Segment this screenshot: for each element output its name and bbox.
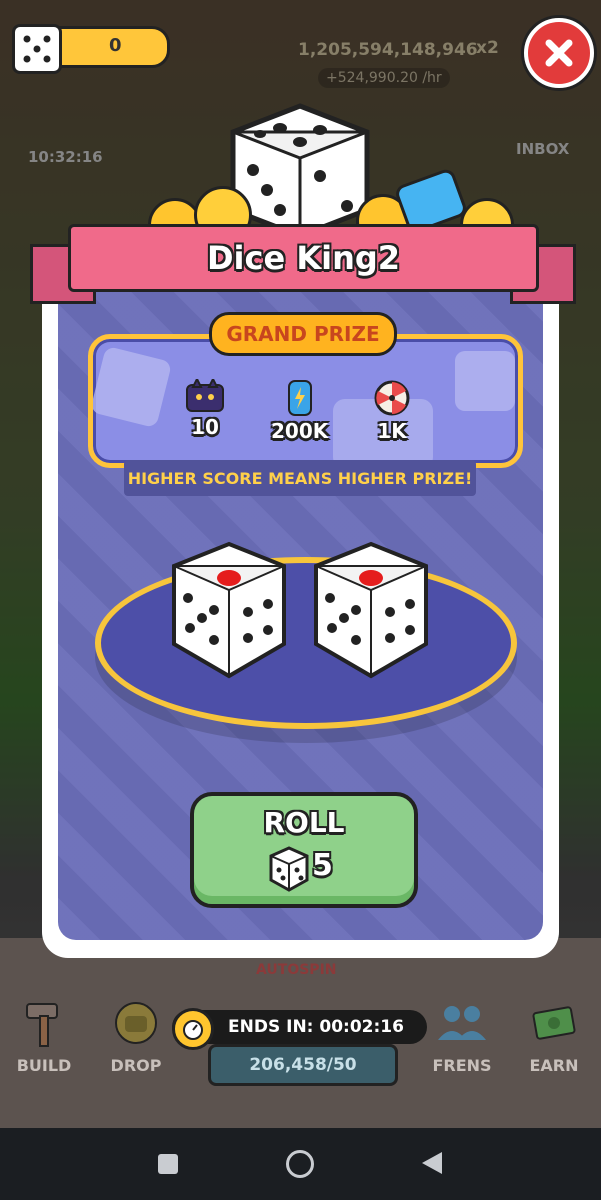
close-button[interactable] <box>524 18 594 88</box>
nav-drop[interactable]: DROP <box>96 998 176 1075</box>
nav-label: DROP <box>110 1056 162 1075</box>
nav-label: FRENS <box>432 1056 492 1075</box>
cat-card-icon <box>186 379 224 412</box>
dice-count: 0 <box>109 35 122 56</box>
income-rate: +524,990.20 /hr <box>318 68 450 88</box>
spin-count: 206,458/50 <box>249 1055 357 1075</box>
prize-value: 200K <box>271 419 329 443</box>
nav-build[interactable]: BUILD <box>4 998 84 1075</box>
prize-wheel-icon <box>374 380 410 416</box>
prize-cat-card: 10 <box>185 379 225 439</box>
friends-icon <box>438 1006 486 1040</box>
decor-dice-left <box>93 345 173 429</box>
hammer-icon <box>26 1003 58 1047</box>
cat-badge-icon <box>115 1002 157 1044</box>
roll-label: ROLL <box>263 806 345 839</box>
home-button[interactable] <box>286 1150 314 1178</box>
grand-prize-label: GRAND PRIZE <box>209 312 397 356</box>
inbox-label[interactable]: INBOX <box>516 140 569 158</box>
die-right <box>314 541 428 679</box>
energy-can-icon <box>287 380 312 416</box>
hint-text: HIGHER SCORE MEANS HIGHER PRIZE! <box>124 460 476 496</box>
spin-counter: 206,458/50 <box>208 1044 398 1086</box>
nav-frens[interactable]: FRENS <box>422 998 502 1075</box>
roll-cost: 5 <box>312 848 333 883</box>
close-icon <box>545 39 573 67</box>
prize-value: 1K <box>377 419 407 443</box>
die-left <box>172 541 286 679</box>
roll-button[interactable]: ROLL <box>190 792 418 908</box>
dice-balance-icon <box>12 24 62 74</box>
recents-button[interactable] <box>158 1154 178 1174</box>
autospin-label: AUTOSPIN <box>256 962 337 978</box>
prize-wheel: 1K <box>373 379 411 443</box>
prize-value: 10 <box>191 415 219 439</box>
back-icon[interactable] <box>420 1150 444 1176</box>
decor-dice-right <box>455 351 515 411</box>
nav-label: BUILD <box>16 1056 72 1075</box>
nav-earn[interactable]: EARN <box>514 998 594 1075</box>
dice-plate <box>95 557 517 729</box>
modal-title: Dice King2 <box>206 239 401 277</box>
coin-balance: 1,205,594,148,946 <box>298 40 478 60</box>
event-timer-text: ENDS IN: 00:02:16 <box>228 1017 404 1037</box>
multiplier-badge: x2 <box>476 38 499 58</box>
roll-dice-icon <box>269 846 309 892</box>
title-ribbon: Dice King2 <box>30 224 576 304</box>
cash-icon <box>532 1006 576 1040</box>
nav-label: EARN <box>529 1056 579 1075</box>
building-timer: 10:32:16 <box>28 148 103 166</box>
prize-energy-can: 200K <box>271 379 328 443</box>
system-nav-bar <box>0 1128 601 1200</box>
stopwatch-icon <box>172 1008 214 1050</box>
